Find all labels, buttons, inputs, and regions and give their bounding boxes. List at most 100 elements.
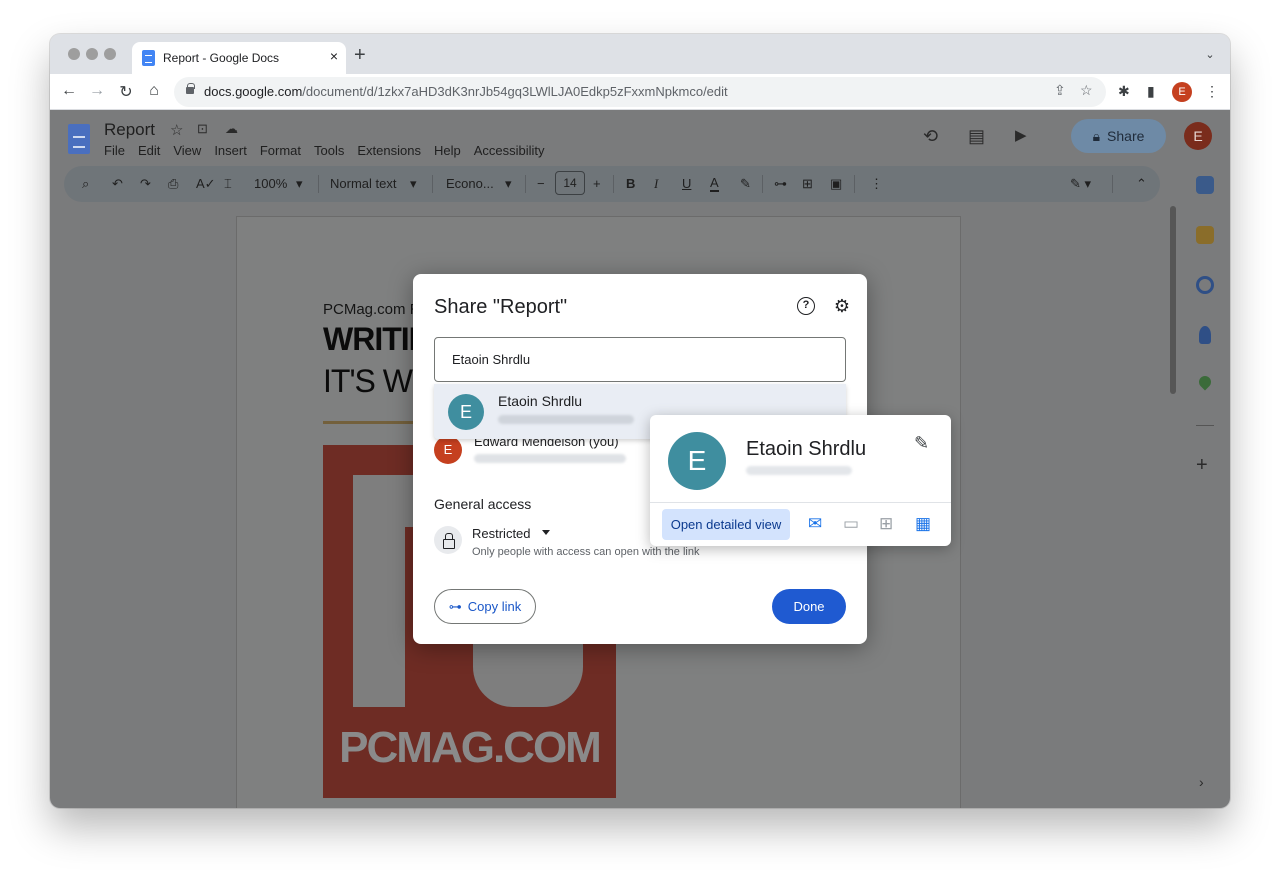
hero-caption: PCMAG.COM [339, 723, 602, 772]
zoom-window-button[interactable] [104, 48, 116, 60]
menu-extensions[interactable]: Extensions [357, 143, 421, 158]
chat-icon[interactable]: ▭ [843, 514, 859, 534]
get-addons-plus-icon[interactable]: + [1196, 454, 1208, 477]
spellcheck-icon[interactable]: A✓ [196, 176, 216, 192]
font-select[interactable]: Econo... [446, 176, 494, 191]
general-access-heading: General access [434, 496, 532, 512]
editing-mode-icon[interactable]: ✎ ▾ [1070, 176, 1091, 192]
bookmark-star-icon[interactable]: ☆ [1080, 82, 1093, 99]
meet-icon[interactable]: ▶ [1015, 126, 1027, 144]
side-panel-icon[interactable]: ▮ [1147, 83, 1155, 100]
undo-icon[interactable]: ↶ [112, 176, 123, 192]
extensions-icon[interactable]: ✱ [1118, 83, 1130, 100]
access-level-dropdown[interactable]: Restricted [472, 526, 531, 541]
copy-link-label: Copy link [467, 599, 522, 614]
reload-icon[interactable]: ↻ [116, 82, 136, 102]
toolbar-divider [432, 175, 433, 193]
copy-link-button[interactable]: ⊶ Copy link [434, 589, 536, 624]
menu-insert[interactable]: Insert [214, 143, 247, 158]
decrease-font-size-button[interactable]: − [537, 176, 545, 191]
zoom-select[interactable]: 100% [254, 176, 287, 191]
tab-close-icon[interactable]: × [330, 48, 338, 64]
browser-profile-avatar[interactable]: E [1172, 82, 1192, 102]
version-history-icon[interactable]: ⟲ [923, 126, 938, 147]
tab-report[interactable]: Report - Google Docs × [132, 42, 346, 74]
redo-icon[interactable]: ↷ [140, 176, 151, 192]
help-icon[interactable]: ? [797, 297, 815, 315]
forward-icon[interactable]: → [87, 82, 107, 100]
cloud-status-icon[interactable]: ☁ [225, 121, 238, 137]
menu-edit[interactable]: Edit [138, 143, 160, 158]
move-folder-icon[interactable]: ⊡ [197, 121, 208, 137]
account-avatar[interactable]: E [1184, 122, 1212, 150]
calendar-app-icon[interactable] [1196, 176, 1214, 194]
add-comment-icon[interactable]: ⊞ [802, 176, 813, 192]
menu-accessibility[interactable]: Accessibility [474, 143, 545, 158]
contact-hovercard: E Etaoin Shrdlu ✎ Open detailed view ✉ ▭… [650, 415, 951, 546]
toolbar-divider [854, 175, 855, 193]
star-icon[interactable]: ☆ [170, 121, 183, 139]
toolbar-divider [613, 175, 614, 193]
chevron-down-icon[interactable] [542, 530, 550, 535]
menu-tools[interactable]: Tools [314, 143, 344, 158]
done-button[interactable]: Done [772, 589, 846, 624]
back-icon[interactable]: ← [59, 82, 79, 100]
calendar-icon[interactable]: ▦ [915, 514, 931, 534]
paint-format-icon[interactable]: ⌶ [224, 176, 232, 192]
comments-icon[interactable]: ▤ [968, 126, 985, 147]
increase-font-size-button[interactable]: + [593, 176, 601, 191]
share-button[interactable]: 🔒︎ Share [1071, 119, 1166, 153]
docs-logo-icon[interactable] [68, 124, 90, 154]
edit-pencil-icon[interactable]: ✎ [914, 433, 929, 454]
suggestion-name: Etaoin Shrdlu [498, 393, 583, 409]
lock-icon [186, 83, 195, 94]
toolbar-divider [525, 175, 526, 193]
hovercard-name: Etaoin Shrdlu [746, 438, 867, 460]
hide-menus-chevron-icon[interactable]: ⌃ [1136, 176, 1147, 192]
minimize-window-button[interactable] [86, 48, 98, 60]
paragraph-style-select[interactable]: Normal text [330, 176, 396, 191]
menu-view[interactable]: View [173, 143, 201, 158]
chevron-down-icon[interactable]: ▾ [505, 176, 512, 192]
maps-app-icon[interactable] [1196, 373, 1214, 391]
search-menus-icon[interactable]: ⌕ [82, 176, 89, 192]
open-detailed-view-button[interactable]: Open detailed view [662, 509, 790, 540]
italic-button[interactable]: I [654, 176, 658, 192]
more-options-icon[interactable]: ⋮ [870, 176, 883, 192]
tab-title: Report - Google Docs [163, 51, 280, 65]
add-people-input[interactable] [434, 337, 846, 382]
text-color-button[interactable]: A [710, 176, 719, 192]
tasks-app-icon[interactable] [1196, 276, 1214, 294]
chevron-down-icon[interactable]: ▾ [410, 176, 417, 192]
settings-gear-icon[interactable]: ⚙ [833, 297, 851, 315]
expand-side-panel-chevron-icon[interactable]: › [1199, 774, 1204, 790]
hovercard-divider [650, 502, 951, 503]
browser-menu-icon[interactable]: ⋮ [1205, 83, 1219, 100]
menu-help[interactable]: Help [434, 143, 461, 158]
highlight-icon[interactable]: ✎ [740, 176, 751, 192]
toolbar-divider [1112, 175, 1113, 193]
home-icon[interactable]: ⌂ [144, 82, 164, 100]
menu-file[interactable]: File [104, 143, 125, 158]
insert-image-icon[interactable]: ▣ [830, 176, 842, 192]
hovercard-email-redacted [746, 466, 852, 475]
document-title[interactable]: Report [104, 120, 155, 140]
font-size-input[interactable]: 14 [555, 171, 585, 195]
contacts-app-icon[interactable] [1199, 326, 1211, 344]
tab-search-icon[interactable]: ⌄ [1200, 45, 1220, 65]
keep-app-icon[interactable] [1196, 226, 1214, 244]
underline-button[interactable]: U [682, 176, 691, 191]
video-call-icon[interactable]: ⊞ [879, 514, 893, 534]
vertical-scrollbar[interactable] [1170, 206, 1176, 394]
new-tab-button[interactable]: + [354, 44, 366, 67]
insert-link-icon[interactable]: ⊶ [774, 176, 787, 192]
chevron-down-icon[interactable]: ▾ [296, 176, 303, 192]
menu-format[interactable]: Format [260, 143, 301, 158]
share-page-icon[interactable]: ⇪ [1054, 82, 1066, 99]
address-bar[interactable]: docs.google.com/document/d/1zkx7aHD3dK3n… [174, 77, 1106, 107]
bold-button[interactable]: B [626, 176, 635, 191]
close-window-button[interactable] [68, 48, 80, 60]
tab-strip: Report - Google Docs × + ⌄ [50, 34, 1230, 74]
mail-icon[interactable]: ✉ [808, 514, 822, 534]
print-icon[interactable]: ⎙ [168, 176, 178, 192]
